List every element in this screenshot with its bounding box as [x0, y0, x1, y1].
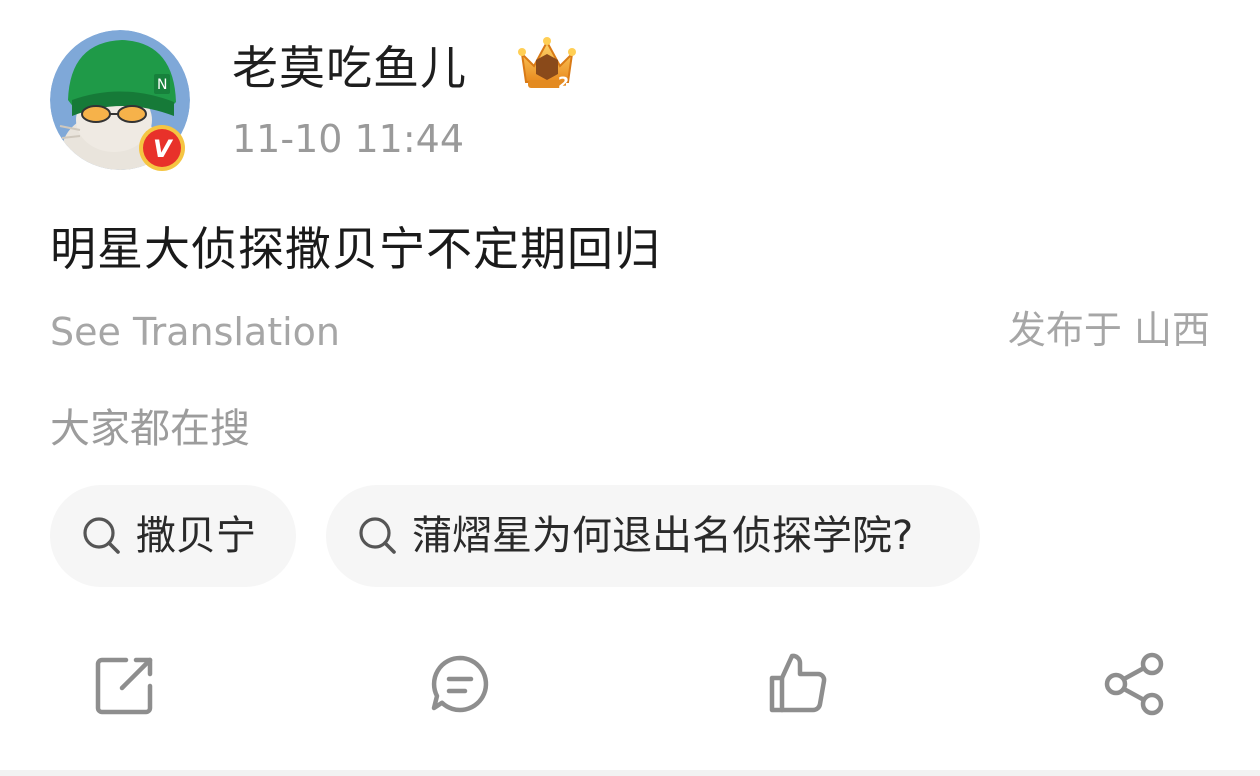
avatar[interactable]: N V — [50, 30, 190, 171]
post-location: 发布于 山西 — [1007, 308, 1210, 352]
trending-chip[interactable]: 撒贝宁 — [50, 485, 296, 587]
trending-chip[interactable]: 蒲熠星为何退出名侦探学院? — [326, 485, 980, 587]
like-button[interactable] — [762, 648, 834, 720]
repost-button[interactable] — [90, 648, 162, 720]
svg-text:V: V — [153, 135, 174, 163]
search-icon — [83, 517, 120, 554]
trending-chip-label: 撒贝宁 — [136, 513, 256, 559]
like-icon — [769, 653, 827, 713]
comment-icon — [431, 655, 489, 713]
share-button[interactable] — [1098, 648, 1170, 720]
svg-text:N: N — [157, 77, 167, 93]
bottom-divider — [0, 770, 1260, 776]
svg-text:2: 2 — [558, 73, 569, 92]
search-icon — [359, 517, 396, 554]
see-translation-link[interactable]: See Translation — [50, 308, 340, 356]
crown-rank-badge-icon: 2 — [518, 37, 576, 92]
weibo-post-card: N V 老莫吃鱼儿 2 11-10 11:44 明星大侦探撒贝宁不定期回归 Se… — [0, 0, 1260, 776]
comment-button[interactable] — [424, 648, 496, 720]
verified-v-badge-icon: V — [139, 125, 185, 171]
trending-chip-label: 蒲熠星为何退出名侦探学院? — [412, 513, 914, 559]
repost-icon — [95, 657, 153, 715]
username[interactable]: 老莫吃鱼儿 — [232, 38, 467, 98]
post-text: 明星大侦探撒贝宁不定期回归 — [50, 222, 661, 276]
trending-searches-label: 大家都在搜 — [50, 406, 250, 452]
post-timestamp: 11-10 11:44 — [232, 117, 465, 161]
share-icon — [1104, 652, 1164, 716]
